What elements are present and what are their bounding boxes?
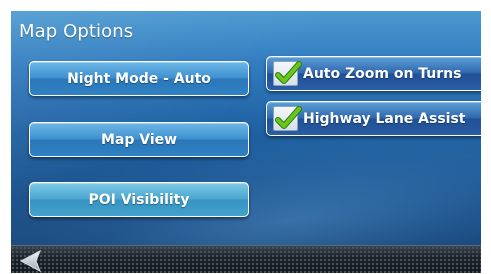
- night-mode-label: Night Mode - Auto: [67, 70, 211, 87]
- bottom-navigation-bar: [11, 245, 481, 273]
- map-view-button[interactable]: Map View: [29, 122, 249, 157]
- highway-lane-assist-toggle-button[interactable]: Highway Lane Assist: [266, 101, 481, 136]
- map-options-screen: Map Options Night Mode - Auto Map View P…: [11, 11, 481, 273]
- back-arrow-icon: [19, 249, 41, 273]
- poi-visibility-button[interactable]: POI Visibility: [29, 182, 249, 217]
- checkmark-icon: [275, 61, 302, 84]
- poi-visibility-label: POI Visibility: [88, 191, 190, 208]
- auto-zoom-checkbox[interactable]: [273, 61, 302, 86]
- page-title: Map Options: [19, 21, 134, 42]
- highway-lane-assist-label: Highway Lane Assist: [303, 110, 466, 127]
- checkmark-icon: [275, 106, 302, 129]
- night-mode-button[interactable]: Night Mode - Auto: [29, 61, 249, 96]
- highway-lane-assist-checkbox[interactable]: [273, 106, 302, 131]
- back-button[interactable]: [18, 249, 44, 273]
- auto-zoom-label: Auto Zoom on Turns: [303, 65, 462, 82]
- map-view-label: Map View: [100, 131, 178, 148]
- auto-zoom-toggle-button[interactable]: Auto Zoom on Turns: [266, 56, 481, 91]
